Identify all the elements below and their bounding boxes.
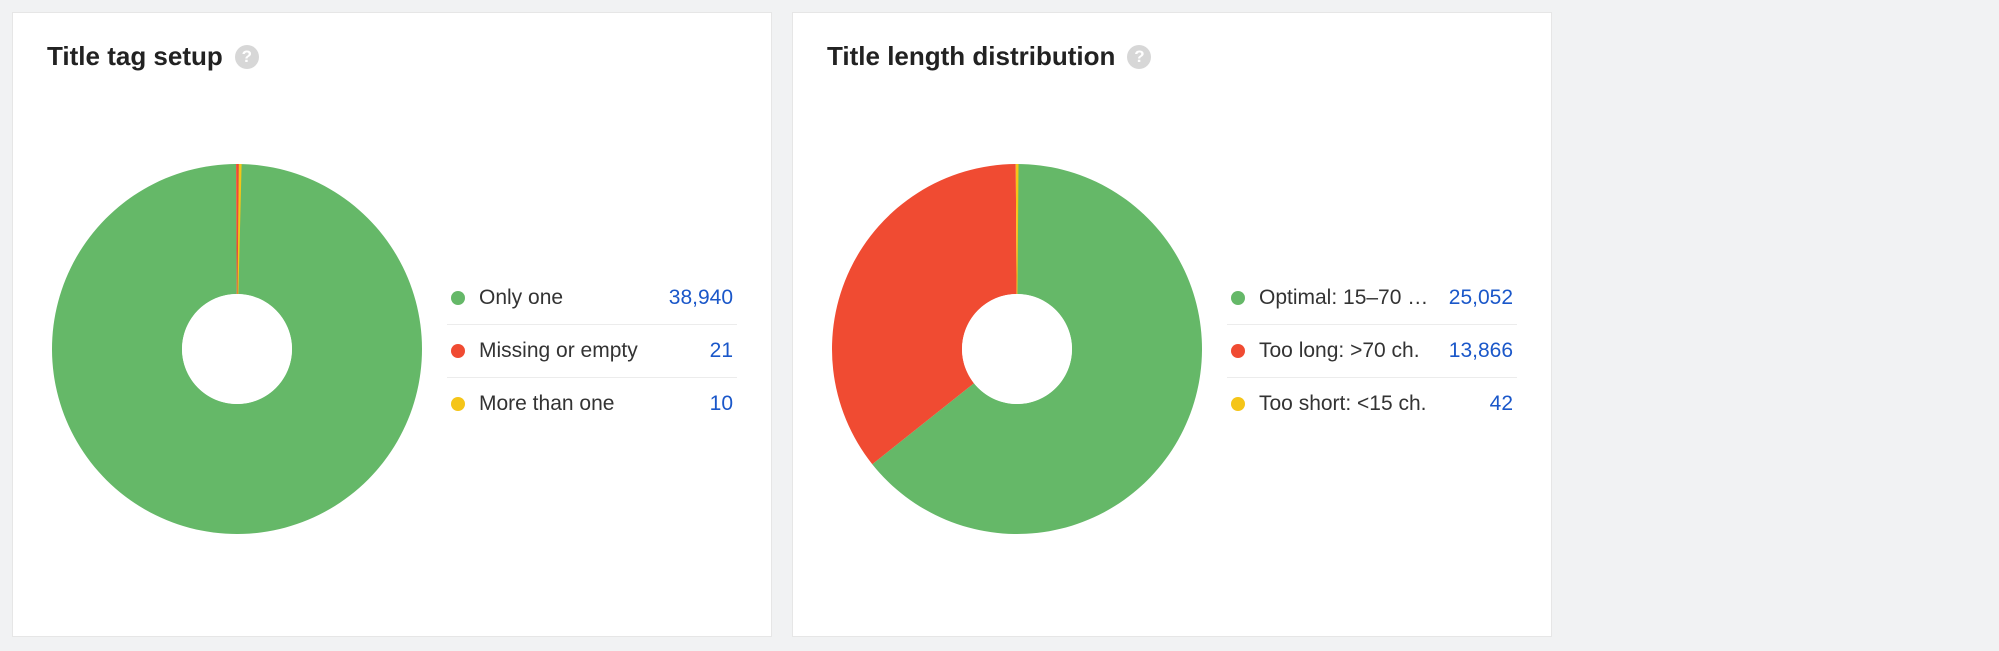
card-header: Title length distribution ? [827, 41, 1517, 72]
legend-label: Missing or empty [479, 339, 696, 363]
card-title-tag-setup: Title tag setup ? Only one 38,940 Missin… [12, 12, 772, 637]
dashboard-row: Title tag setup ? Only one 38,940 Missin… [0, 0, 1999, 651]
donut-chart [47, 159, 427, 544]
legend-value: 13,866 [1449, 339, 1513, 363]
legend-value: 25,052 [1449, 286, 1513, 310]
card-body: Only one 38,940 Missing or empty 21 More… [47, 90, 737, 612]
legend-row[interactable]: Only one 38,940 [447, 272, 737, 325]
card-body: Optimal: 15–70 ch. 25,052 Too long: >70 … [827, 90, 1517, 612]
card-header: Title tag setup ? [47, 41, 737, 72]
legend: Optimal: 15–70 ch. 25,052 Too long: >70 … [1227, 272, 1517, 430]
donut-svg [827, 159, 1207, 539]
legend-value: 21 [710, 339, 733, 363]
cards-container: Title tag setup ? Only one 38,940 Missin… [12, 12, 1552, 639]
legend-swatch [1231, 397, 1245, 411]
legend-row[interactable]: Too short: <15 ch. 42 [1227, 378, 1517, 430]
legend-row[interactable]: Too long: >70 ch. 13,866 [1227, 325, 1517, 378]
donut-svg [47, 159, 427, 539]
card-title: Title length distribution [827, 41, 1115, 72]
card-title-length-distribution: Title length distribution ? Optimal: 15–… [792, 12, 1552, 637]
legend-swatch [451, 397, 465, 411]
legend-swatch [1231, 344, 1245, 358]
donut-hole [182, 294, 292, 404]
legend: Only one 38,940 Missing or empty 21 More… [447, 272, 737, 430]
legend-label: Too short: <15 ch. [1259, 392, 1476, 416]
legend-value: 42 [1490, 392, 1513, 416]
card-title: Title tag setup [47, 41, 223, 72]
help-icon[interactable]: ? [1127, 45, 1151, 69]
legend-swatch [1231, 291, 1245, 305]
legend-swatch [451, 344, 465, 358]
legend-swatch [451, 291, 465, 305]
legend-label: More than one [479, 392, 696, 416]
legend-label: Only one [479, 286, 655, 310]
legend-row[interactable]: Optimal: 15–70 ch. 25,052 [1227, 272, 1517, 325]
legend-label: Too long: >70 ch. [1259, 339, 1435, 363]
legend-value: 38,940 [669, 286, 733, 310]
donut-chart [827, 159, 1207, 544]
help-icon[interactable]: ? [235, 45, 259, 69]
legend-row[interactable]: More than one 10 [447, 378, 737, 430]
legend-value: 10 [710, 392, 733, 416]
legend-label: Optimal: 15–70 ch. [1259, 286, 1435, 310]
legend-row[interactable]: Missing or empty 21 [447, 325, 737, 378]
donut-hole [962, 294, 1072, 404]
